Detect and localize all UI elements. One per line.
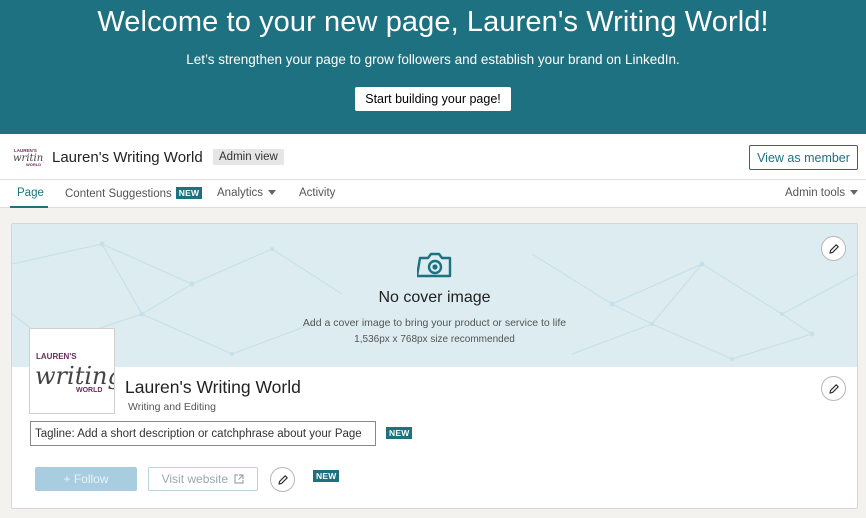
follow-button[interactable]: + Follow [35,467,137,491]
tab-content-suggestions-label: Content Suggestions [65,188,172,200]
industry-label: Writing and Editing [128,401,216,413]
tab-activity[interactable]: Activity [299,187,335,199]
lauren-writing-world-logo: LAUREN'S writing WORLD [35,352,123,394]
page-logo[interactable]: LAUREN'S writing WORLD [29,328,123,414]
edit-buttons-button[interactable] [270,467,295,492]
pencil-icon [828,383,839,394]
page-logo-thumbnail: LAUREN'S writing WORLD [12,146,50,168]
tab-analytics[interactable]: Analytics [217,187,277,199]
new-badge: NEW [175,187,203,199]
pencil-icon [277,474,288,485]
tab-page[interactable]: Page [17,187,44,199]
start-building-button[interactable]: Start building your page! [355,87,511,111]
visit-website-button[interactable]: Visit website [148,467,258,491]
admin-view-badge: Admin view [213,149,284,165]
tab-activity-label: Activity [299,187,336,199]
chevron-down-icon [268,190,277,195]
admin-tools-label: Admin tools [785,187,846,199]
view-as-member-button[interactable]: View as member [749,145,858,170]
admin-nav: Page Content Suggestions NEW Analytics Ac… [0,180,866,208]
page-header: LAUREN'S writing WORLD Lauren's Writing … [0,134,866,180]
edit-cover-button[interactable] [821,236,846,261]
tab-page-label: Page [17,187,44,199]
edit-page-info-button[interactable] [821,376,846,401]
cover-description: Add a cover image to bring your product … [302,317,567,329]
buttons-new-badge: NEW [313,470,340,482]
banner-title: Welcome to your new page, Lauren's Writi… [97,6,769,38]
no-cover-title: No cover image [378,289,491,306]
tab-analytics-label: Analytics [217,187,264,199]
svg-text:LAUREN'S: LAUREN'S [36,352,77,361]
page-card: No cover image Add a cover image to brin… [11,223,858,509]
camera-icon [417,252,452,278]
svg-text:writing: writing [35,362,114,390]
chevron-down-icon [850,190,859,195]
tagline-new-badge: NEW [386,427,413,439]
cover-size-hint: 1,536px x 768px size recommended [354,334,515,345]
cover-image-area[interactable]: No cover image Add a cover image to brin… [12,224,857,367]
welcome-banner: Welcome to your new page, Lauren's Writi… [0,0,866,134]
banner-subtitle: Let’s strengthen your page to grow follo… [186,52,680,67]
tab-content-suggestions[interactable]: Content Suggestions NEW [65,187,203,200]
external-link-icon [234,474,245,484]
page-name: Lauren's Writing World [125,377,301,397]
svg-text:WORLD: WORLD [26,162,41,167]
visit-website-label: Visit website [161,472,229,486]
admin-tools-dropdown[interactable]: Admin tools [785,187,859,199]
tagline-input[interactable] [30,421,376,446]
pencil-icon [828,243,839,254]
active-tab-indicator [10,206,48,208]
svg-text:WORLD: WORLD [76,387,102,394]
header-page-name[interactable]: Lauren's Writing World [52,149,203,166]
